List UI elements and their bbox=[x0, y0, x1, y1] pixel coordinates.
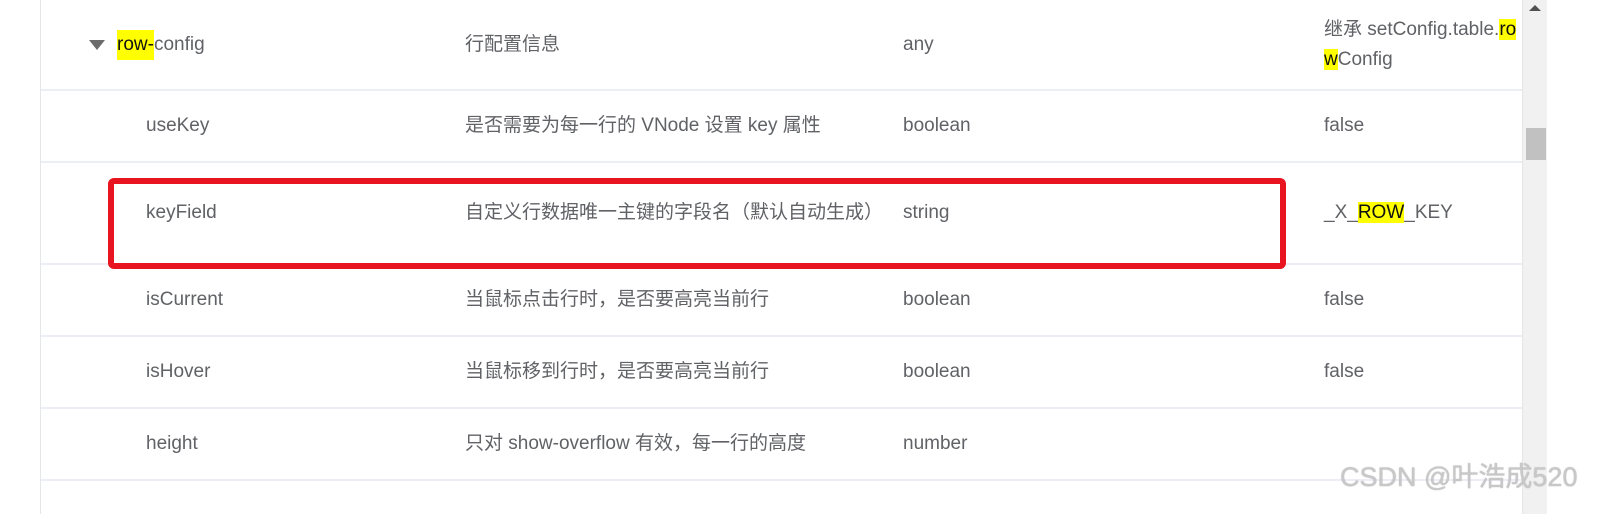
desc-cell: 当鼠标点击行时，是否要高亮当前行 bbox=[465, 289, 770, 310]
type-cell: number bbox=[903, 433, 968, 454]
search-highlight: ROW bbox=[1357, 202, 1405, 223]
default-cell: 继承 setConfig.table.rowConfig bbox=[1324, 0, 1519, 89]
row-name-cell: row-config bbox=[89, 0, 205, 89]
table-row[interactable]: height 只对 show-overflow 有效，每一行的高度 number bbox=[41, 409, 1523, 481]
row-name-cell: isCurrent bbox=[146, 289, 224, 310]
desc-cell: 当鼠标移到行时，是否要高亮当前行 bbox=[465, 361, 770, 382]
annotation-box bbox=[108, 178, 1286, 269]
row-name-cell: useKey bbox=[146, 115, 210, 136]
default-cell: _X_ROW_KEY bbox=[1324, 163, 1519, 263]
name-text: config bbox=[153, 33, 205, 55]
desc-cell: 只对 show-overflow 有效，每一行的高度 bbox=[465, 433, 806, 454]
type-cell: any bbox=[903, 33, 934, 55]
row-name-cell: isHover bbox=[146, 361, 211, 382]
table-row[interactable]: isCurrent 当鼠标点击行时，是否要高亮当前行 boolean false bbox=[41, 265, 1523, 337]
type-cell: boolean bbox=[903, 361, 971, 382]
type-cell: boolean bbox=[903, 289, 971, 310]
default-text: Config bbox=[1337, 48, 1393, 70]
scroll-up-arrow-icon[interactable] bbox=[1529, 5, 1541, 11]
desc-cell: 行配置信息 bbox=[465, 33, 561, 55]
table-row[interactable]: isHover 当鼠标移到行时，是否要高亮当前行 boolean false bbox=[41, 337, 1523, 409]
expand-triangle-icon[interactable] bbox=[89, 39, 105, 50]
default-text: 继承 setConfig.table. bbox=[1324, 18, 1500, 40]
default-text: _KEY bbox=[1404, 202, 1453, 223]
desc-cell: 是否需要为每一行的 VNode 设置 key 属性 bbox=[465, 115, 821, 136]
watermark: CSDN @叶浩成520 bbox=[1340, 462, 1578, 492]
default-cell: false bbox=[1324, 361, 1365, 382]
default-cell: false bbox=[1324, 115, 1365, 136]
default-text: _X_ bbox=[1324, 202, 1358, 223]
default-cell: false bbox=[1324, 289, 1365, 310]
scrollbar-thumb[interactable] bbox=[1526, 128, 1546, 160]
search-highlight: row- bbox=[117, 29, 154, 60]
scrollbar[interactable] bbox=[1522, 0, 1547, 514]
row-name-cell: height bbox=[146, 433, 198, 454]
table-row[interactable]: row-config 行配置信息 any 继承 setConfig.table.… bbox=[41, 0, 1523, 91]
table-row[interactable]: useKey 是否需要为每一行的 VNode 设置 key 属性 boolean… bbox=[41, 91, 1523, 163]
type-cell: boolean bbox=[903, 115, 971, 136]
